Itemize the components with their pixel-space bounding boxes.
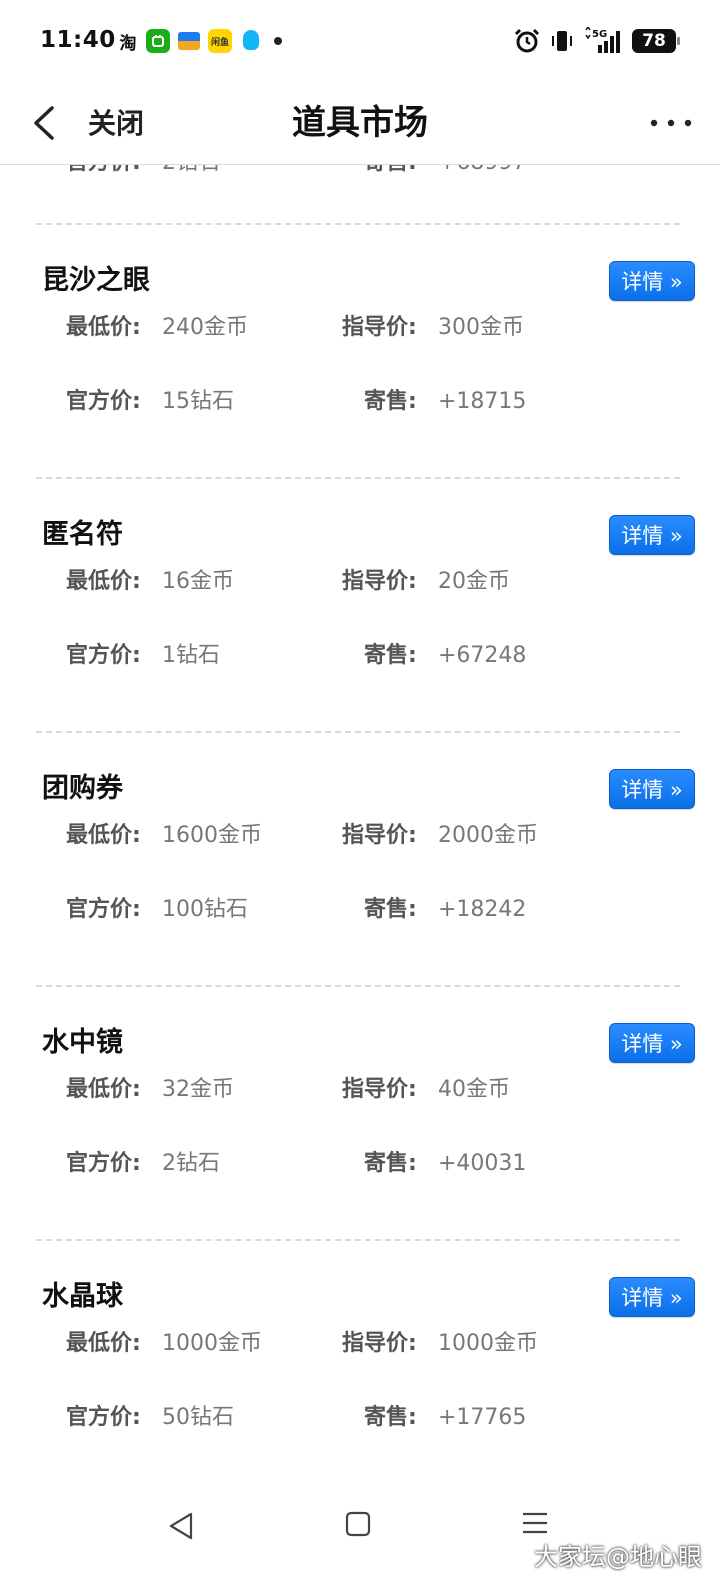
consign-value: +18715 [438, 389, 527, 414]
guide-price-label: 指导价: [342, 315, 417, 340]
lowest-price-value: 1600金币 [162, 823, 262, 848]
xianyu-icon: 闲鱼 [208, 29, 232, 53]
lowest-price-value: 16金币 [162, 569, 234, 594]
consign-label: 寄售: [364, 643, 417, 668]
guide-price-value: 20金币 [438, 569, 510, 594]
watermark: 大家坛@地心眼 [534, 1543, 702, 1571]
detail-button[interactable]: 详情 » [609, 515, 695, 555]
detail-button[interactable]: 详情 » [609, 1023, 695, 1063]
official-price-label: 官方价: [66, 1151, 141, 1176]
divider [36, 731, 680, 733]
detail-button[interactable]: 详情 » [609, 261, 695, 301]
list-item: 水晶球 详情 » 最低价: 1000金币 指导价: 1000金币 官方价: 50… [0, 1277, 720, 1482]
status-bar: 11:40 淘 闲鱼 5G 78 [0, 0, 720, 82]
item-name: 昆沙之眼 [42, 265, 150, 296]
detail-button[interactable]: 详情 » [609, 769, 695, 809]
official-price-label: 官方价: [66, 897, 141, 922]
guide-price-label: 指导价: [342, 569, 417, 594]
menu-lines-icon[interactable] [520, 1510, 550, 1536]
system-nav-bar: 大家坛@地心眼 [0, 1482, 720, 1584]
vibrate-icon [552, 31, 572, 51]
guide-price-label: 指导价: [342, 823, 417, 848]
status-time: 11:40 [40, 27, 116, 53]
guide-price-value: 2000金币 [438, 823, 538, 848]
qq-icon [240, 29, 262, 53]
lowest-price-label: 最低价: [66, 1331, 141, 1356]
item-name: 水中镜 [42, 1027, 123, 1058]
consign-value: +67248 [438, 643, 527, 668]
notification-icons: 淘 闲鱼 [118, 27, 282, 55]
close-button[interactable]: 关闭 [88, 104, 144, 144]
guide-price-value: 40金币 [438, 1077, 510, 1102]
item-name: 水晶球 [42, 1281, 123, 1312]
consign-label: 寄售: [364, 389, 417, 414]
consign-value: +18242 [438, 897, 527, 922]
battery-indicator: 78 [632, 29, 680, 53]
signal-5g-icon: 5G [585, 27, 620, 53]
divider [36, 985, 680, 987]
more-dots-icon[interactable] [648, 108, 694, 138]
lowest-price-label: 最低价: [66, 315, 141, 340]
official-price-label: 官方价: [66, 389, 141, 414]
wallet-icon [178, 32, 200, 50]
taobao-icon: 淘 [119, 33, 137, 54]
consign-label: 寄售: [364, 1405, 417, 1430]
lowest-price-value: 240金币 [162, 315, 248, 340]
guide-price-label: 指导价: [342, 1331, 417, 1356]
detail-button[interactable]: 详情 » [609, 1277, 695, 1317]
system-icons: 5G 78 [514, 24, 680, 58]
green-app-icon [146, 29, 170, 53]
item-name: 团购券 [42, 773, 123, 804]
official-price-value: 1钻石 [162, 643, 220, 668]
consign-value: +17765 [438, 1405, 527, 1430]
triangle-back-icon[interactable] [166, 1510, 196, 1542]
official-price-value: 100钻石 [162, 897, 248, 922]
lowest-price-label: 最低价: [66, 823, 141, 848]
lowest-price-label: 最低价: [66, 1077, 141, 1102]
lowest-price-value: 1000金币 [162, 1331, 262, 1356]
official-price-value: 2钻石 [162, 1151, 220, 1176]
lowest-price-label: 最低价: [66, 569, 141, 594]
official-price-label: 官方价: [66, 1405, 141, 1430]
consign-label: 寄售: [364, 1151, 417, 1176]
guide-price-label: 指导价: [342, 1077, 417, 1102]
chevron-left-icon[interactable] [28, 102, 64, 144]
divider [36, 477, 680, 479]
item-list[interactable]: 官方价: 2钻石 寄售: +68997 昆沙之眼 详情 » 最低价: 240金币… [0, 82, 720, 1482]
consign-label: 寄售: [364, 897, 417, 922]
guide-price-value: 300金币 [438, 315, 524, 340]
item-name: 匿名符 [42, 519, 123, 550]
divider [36, 223, 680, 225]
alarm-clock-icon [514, 28, 540, 53]
square-home-icon[interactable] [344, 1510, 372, 1538]
official-price-label: 官方价: [66, 643, 141, 668]
guide-price-value: 1000金币 [438, 1331, 538, 1356]
divider [36, 1239, 680, 1241]
official-price-value: 50钻石 [162, 1405, 234, 1430]
lowest-price-value: 32金币 [162, 1077, 234, 1102]
official-price-value: 15钻石 [162, 389, 234, 414]
consign-value: +40031 [438, 1151, 527, 1176]
nav-bar: 关闭 道具市场 [0, 82, 720, 165]
network-type: 5G [592, 29, 607, 40]
more-notifications-dot-icon [274, 37, 282, 45]
